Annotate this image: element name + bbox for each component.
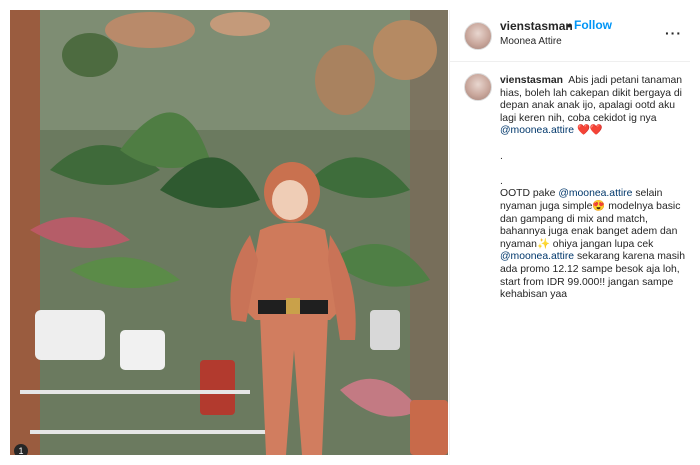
mention-link[interactable]: @moonea.attire <box>500 251 574 262</box>
instagram-post: 1 vienstasman • Follow Moonea Attire ···… <box>0 0 700 465</box>
caption-paragraph-1: vienstasman Abis jadi petani tanaman hia… <box>500 75 686 138</box>
post-sidebar: vienstasman • Follow Moonea Attire ··· v… <box>449 10 690 455</box>
caption-dot: . <box>500 150 503 162</box>
photo-illustration <box>10 10 448 455</box>
carousel-indicator-icon[interactable]: 1 <box>14 444 28 455</box>
caption-text: vienstasman Abis jadi petani tanaman hia… <box>500 75 686 302</box>
caption-paragraph-2: OOTD pake @moonea.attire selain nyaman j… <box>500 188 686 301</box>
mention-link[interactable]: @moonea.attire <box>500 125 574 136</box>
post-location[interactable]: Moonea Attire <box>500 36 562 47</box>
follow-button[interactable]: Follow <box>574 18 612 32</box>
post-header: vienstasman • Follow Moonea Attire ··· <box>450 10 690 62</box>
hearts-emoji: ❤️❤️ <box>576 125 603 137</box>
caption-line: OOTD pake <box>500 188 556 200</box>
caption-dot: . <box>500 175 503 187</box>
caption-username[interactable]: vienstasman <box>500 75 563 86</box>
more-options-icon[interactable]: ··· <box>665 25 682 41</box>
post-photo[interactable]: 1 <box>10 10 448 455</box>
avatar[interactable] <box>464 22 492 50</box>
caption-avatar[interactable] <box>464 73 492 101</box>
caption-section: vienstasman Abis jadi petani tanaman hia… <box>450 63 690 455</box>
post-username[interactable]: vienstasman <box>500 19 573 33</box>
separator-dot: • <box>567 19 572 33</box>
mention-link[interactable]: @moonea.attire <box>558 188 632 199</box>
